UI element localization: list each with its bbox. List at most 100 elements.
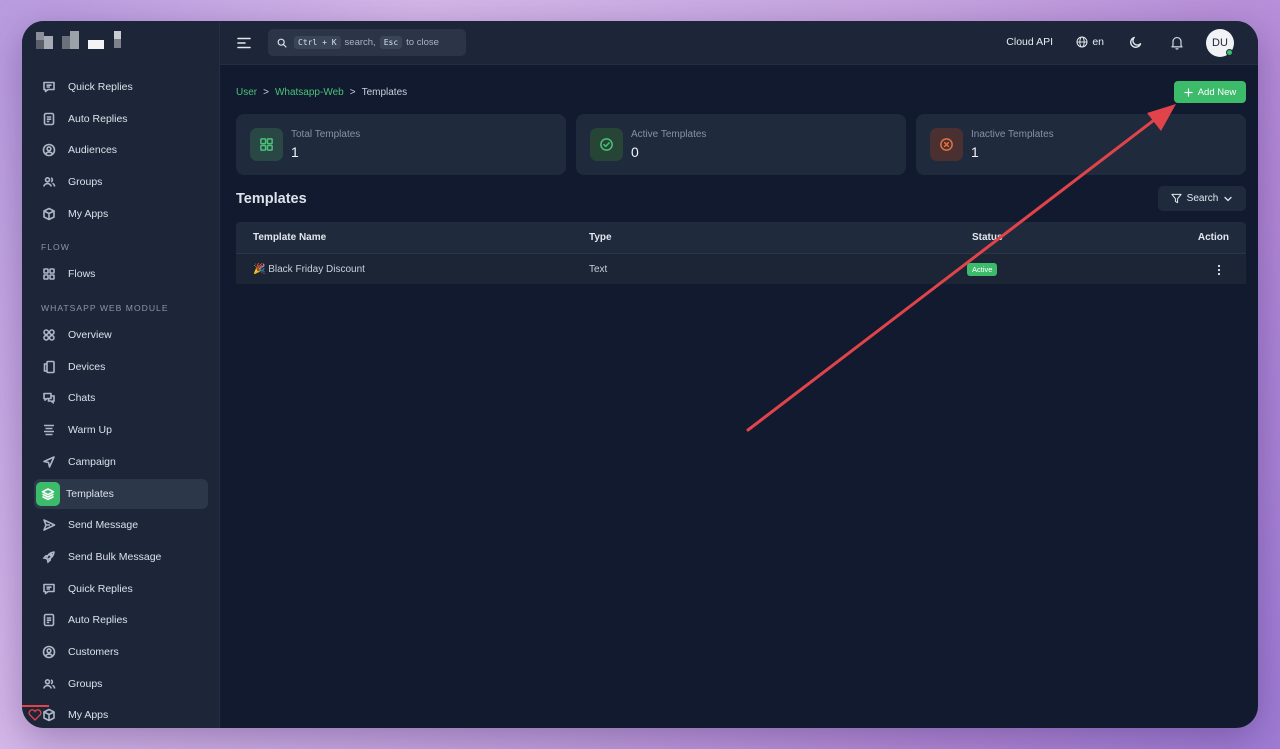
dark-mode-toggle-icon[interactable] <box>1129 35 1143 49</box>
sidebar-item-label: Send Bulk Message <box>68 550 162 563</box>
user-avatar[interactable]: DU <box>1206 29 1234 57</box>
add-new-label: Add New <box>1197 86 1237 98</box>
template-status-cell: Active <box>967 254 998 285</box>
sidebar-item-label: Quick Replies <box>68 582 133 595</box>
breadcrumb-separator: > <box>349 87 356 98</box>
sidebar-item-label: Customers <box>68 646 119 658</box>
breadcrumb-whatsapp-web[interactable]: Whatsapp-Web <box>275 87 344 98</box>
sidebar-item-templates[interactable]: Templates <box>34 478 208 509</box>
sidebar-item-my-apps[interactable]: My Apps <box>34 700 208 728</box>
sidebar-item-label: Groups <box>68 677 103 690</box>
sidebar-item-chats[interactable]: Chats <box>34 383 208 413</box>
sidebar-item-label: Auto Replies <box>68 614 128 627</box>
layers-icon <box>36 481 60 506</box>
sidebar-item-overview[interactable]: Overview <box>34 320 208 350</box>
message-square-icon <box>36 80 62 94</box>
sidebar-item-label: Flows <box>68 268 96 280</box>
sidebar-item-label: My Apps <box>68 207 109 220</box>
sidebar-item-quick-replies[interactable]: Quick Replies <box>34 72 208 102</box>
table-row[interactable]: 🎉 Black Friday Discount Text Active <box>236 253 1246 284</box>
kbd-shortcut-close: Esc <box>379 36 403 49</box>
stat-card-active: Active Templates 0 <box>576 114 906 175</box>
breadcrumb-current: Templates <box>361 87 408 98</box>
send-icon <box>36 518 62 532</box>
sidebar-item-label: Campaign <box>68 455 116 468</box>
sidebar-item-label: My Apps <box>68 709 109 722</box>
sidebar-accent-line <box>22 705 49 707</box>
sidebar-item-flows[interactable]: Flows <box>34 259 208 289</box>
sidebar-item-label: Templates <box>66 487 114 500</box>
notifications-bell-icon[interactable] <box>1170 35 1184 50</box>
user-circle-icon <box>36 645 62 659</box>
circles-icon <box>36 328 62 342</box>
sidebar-item-groups[interactable]: Groups <box>34 167 208 197</box>
section-title-whatsapp-web-module: WHATSAPP WEB MODULE <box>41 303 169 313</box>
sidebar-item-auto-replies[interactable]: Auto Replies <box>34 104 208 134</box>
brand-logo <box>36 31 126 51</box>
stat-label: Inactive Templates <box>971 129 1054 140</box>
language-selector[interactable]: en <box>1076 36 1104 48</box>
user-circle-icon <box>36 143 62 157</box>
cloud-api-link[interactable]: Cloud API <box>1006 36 1053 48</box>
sidebar-item-auto-replies[interactable]: Auto Replies <box>34 605 208 635</box>
sidebar: Quick Replies Auto Replies Audiences Groups… <box>22 21 220 728</box>
global-search-input[interactable]: Ctrl + K search, Esc to close <box>268 29 466 56</box>
box-icon <box>36 207 62 221</box>
sidebar-item-audiences[interactable]: Audiences <box>34 135 208 165</box>
search-filter-label: Search <box>1186 193 1219 204</box>
check-circle-icon <box>600 138 613 151</box>
devices-icon <box>36 360 62 374</box>
x-circle-icon <box>940 138 953 151</box>
sidebar-item-groups[interactable]: Groups <box>34 669 208 699</box>
breadcrumb-user[interactable]: User <box>236 87 257 98</box>
rocket-icon <box>36 550 62 564</box>
sidebar-item-label: Overview <box>68 329 112 341</box>
sidebar-item-label: Quick Replies <box>68 81 133 93</box>
menu-toggle-icon[interactable] <box>236 35 252 51</box>
sidebar-item-label: Auto Replies <box>68 112 128 125</box>
sidebar-item-campaign[interactable]: Campaign <box>34 447 208 477</box>
chat-icon <box>36 391 62 405</box>
sidebar-item-customers[interactable]: Customers <box>34 637 208 667</box>
stat-icon-bg <box>250 128 283 161</box>
message-square-icon <box>36 582 62 596</box>
templates-heading: Templates <box>236 191 307 207</box>
sidebar-item-label: Warm Up <box>68 424 112 437</box>
online-status-dot <box>1226 49 1233 56</box>
status-badge: Active <box>967 263 998 276</box>
sidebar-item-devices[interactable]: Devices <box>34 352 208 382</box>
server-icon <box>36 423 62 437</box>
sidebar-item-label: Send Message <box>68 519 139 532</box>
column-header-action: Action <box>1197 232 1229 243</box>
sidebar-item-label: Devices <box>68 360 106 373</box>
search-filter-button[interactable]: Search <box>1158 186 1246 211</box>
navigation-icon <box>36 455 62 469</box>
search-hint-text-close: to close <box>406 37 439 48</box>
more-options-icon[interactable] <box>1212 263 1226 277</box>
filter-icon <box>1171 193 1182 204</box>
sidebar-item-warm-up[interactable]: Warm Up <box>34 415 208 445</box>
stat-icon-bg <box>590 128 623 161</box>
globe-icon <box>1076 36 1088 48</box>
breadcrumb: User > Whatsapp-Web > Templates <box>236 87 407 98</box>
table-header: Template Name Type Status Action <box>236 222 1246 253</box>
users-icon <box>36 175 62 189</box>
main-content: User > Whatsapp-Web > Templates Add New … <box>220 65 1258 728</box>
sidebar-item-my-apps[interactable]: My Apps <box>34 199 208 229</box>
sidebar-item-quick-replies[interactable]: Quick Replies <box>34 574 208 604</box>
sidebar-item-label: Groups <box>68 176 103 188</box>
search-hint-text: search, <box>344 37 376 48</box>
templates-table: Template Name Type Status Action 🎉 Black… <box>236 222 1246 284</box>
sidebar-item-send-bulk-message[interactable]: Send Bulk Message <box>34 542 208 572</box>
add-new-button[interactable]: Add New <box>1174 81 1246 103</box>
sidebar-item-send-message[interactable]: Send Message <box>34 510 208 540</box>
file-text-icon <box>36 613 62 627</box>
stat-icon-bg <box>930 128 963 161</box>
chevron-down-icon <box>1224 196 1232 201</box>
grid-icon <box>260 138 273 151</box>
topbar: Ctrl + K search, Esc to close Cloud API … <box>220 21 1258 65</box>
stats-row: Total Templates 1 Active Templates 0 Ina… <box>236 114 1246 176</box>
kbd-shortcut-open: Ctrl + K <box>294 36 341 49</box>
template-name-cell: 🎉 Black Friday Discount <box>253 264 365 275</box>
column-header-type: Type <box>589 232 612 243</box>
